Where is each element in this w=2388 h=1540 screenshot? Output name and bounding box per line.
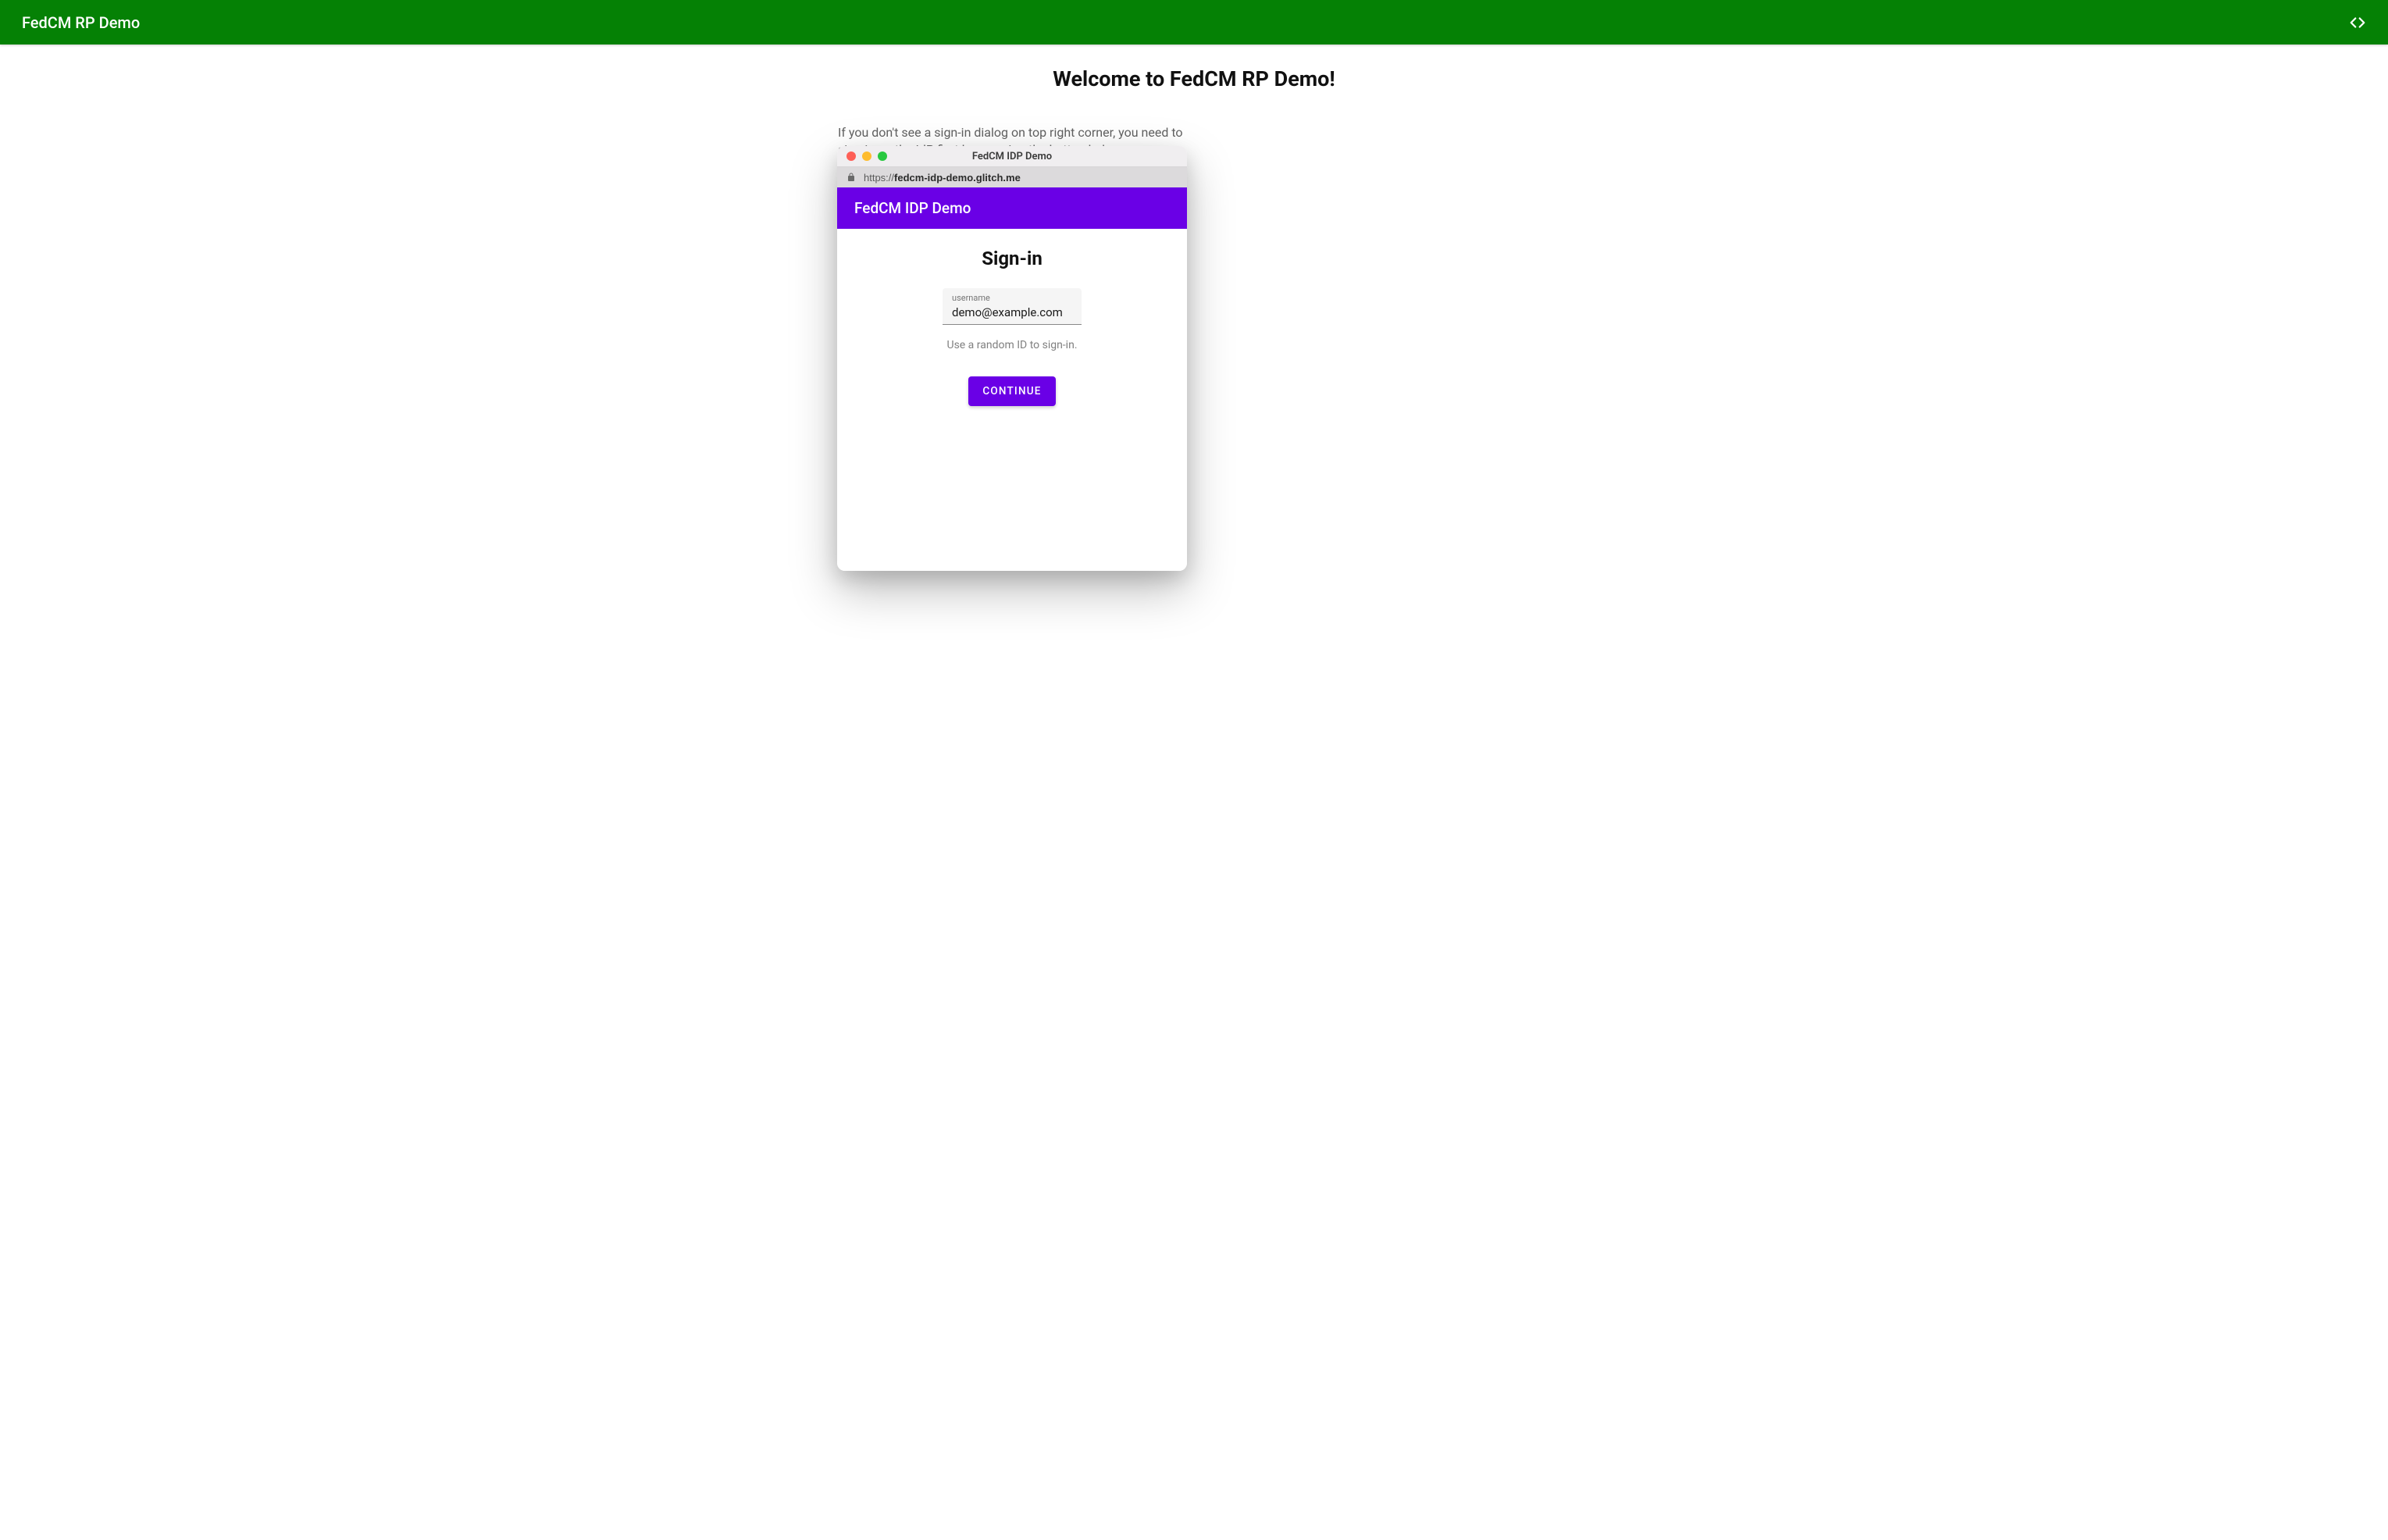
username-input[interactable] xyxy=(952,305,1072,319)
welcome-heading: Welcome to FedCM RP Demo! xyxy=(835,66,1553,91)
maximize-window-button[interactable] xyxy=(878,152,887,161)
lock-icon xyxy=(846,173,856,182)
minimize-window-button[interactable] xyxy=(862,152,871,161)
app-top-bar: FedCM RP Demo xyxy=(0,0,2388,45)
username-label: username xyxy=(952,293,1072,303)
idp-app-header: FedCM IDP Demo xyxy=(837,187,1187,229)
idp-app-title: FedCM IDP Demo xyxy=(854,199,971,217)
code-icon[interactable] xyxy=(2349,14,2366,31)
signin-heading: Sign-in xyxy=(853,248,1171,269)
window-controls xyxy=(837,152,887,161)
url-domain: fedcm-idp-demo.glitch.me xyxy=(894,172,1021,184)
content-wrapper: If you don't see a sign-in dialog on top… xyxy=(835,124,1553,159)
main-content: Welcome to FedCM RP Demo! If you don't s… xyxy=(835,45,1553,159)
continue-button[interactable]: CONTINUE xyxy=(968,376,1055,406)
window-titlebar: FedCM IDP Demo xyxy=(837,146,1187,167)
window-title: FedCM IDP Demo xyxy=(837,151,1187,162)
url-text: https://fedcm-idp-demo.glitch.me xyxy=(864,172,1021,184)
app-title: FedCM RP Demo xyxy=(22,13,140,32)
helper-text: Use a random ID to sign-in. xyxy=(853,339,1171,351)
url-bar: https://fedcm-idp-demo.glitch.me xyxy=(837,167,1187,187)
idp-popup-window: FedCM IDP Demo https://fedcm-idp-demo.gl… xyxy=(837,146,1187,571)
close-window-button[interactable] xyxy=(846,152,856,161)
url-scheme: https:// xyxy=(864,172,894,184)
username-field-container[interactable]: username xyxy=(943,288,1082,325)
idp-body: Sign-in username Use a random ID to sign… xyxy=(837,229,1187,571)
